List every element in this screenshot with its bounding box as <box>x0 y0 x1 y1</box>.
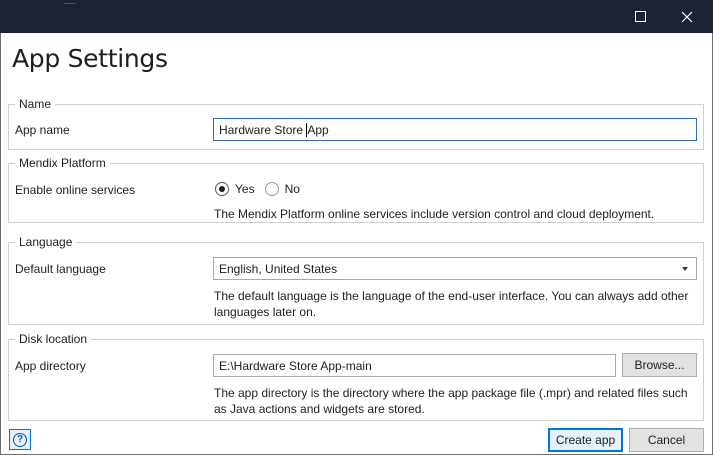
title-bar <box>0 0 713 33</box>
radio-selected-dot <box>219 186 225 192</box>
name-group-legend: Name <box>15 96 56 112</box>
help-button[interactable]: ? <box>9 429 31 450</box>
disk-help-line-2: as Java actions and widgets are stored. <box>214 402 425 416</box>
radio-no[interactable]: No <box>264 182 300 196</box>
name-group: Name App name Hardware Store App <box>8 96 704 150</box>
app-directory-label: App directory <box>15 359 86 373</box>
cancel-button[interactable]: Cancel <box>629 428 704 452</box>
online-services-help-text: The Mendix Platform online services incl… <box>214 207 655 221</box>
title-bar-residue <box>64 0 76 4</box>
disk-location-group-legend: Disk location <box>15 331 92 347</box>
mendix-platform-group-legend: Mendix Platform <box>15 155 110 171</box>
maximize-button[interactable] <box>618 0 664 33</box>
radio-yes[interactable]: Yes <box>215 182 255 196</box>
online-services-label: Enable online services <box>15 183 136 197</box>
disk-help-line-1: The app directory is the directory where… <box>214 386 688 400</box>
app-name-text-after-caret: App <box>307 122 329 137</box>
close-icon <box>681 11 693 23</box>
page-title: App Settings <box>12 44 168 73</box>
radio-no-indicator <box>264 182 279 196</box>
maximize-icon <box>635 10 647 23</box>
disk-location-group: Disk location App directory E:\Hardware … <box>8 331 704 421</box>
app-directory-input[interactable]: E:\Hardware Store App-main <box>213 354 616 377</box>
language-help-line-1: The default language is the language of … <box>214 289 689 303</box>
language-group-legend: Language <box>15 234 77 250</box>
browse-button[interactable]: Browse... <box>622 353 697 377</box>
online-services-radio-group: Yes No <box>215 182 310 196</box>
language-help-line-2: languages later on. <box>214 305 317 319</box>
radio-yes-indicator <box>215 182 229 196</box>
default-language-select[interactable]: English, United States <box>213 257 697 280</box>
radio-no-label: No <box>284 182 300 196</box>
app-name-label: App name <box>15 123 70 137</box>
mendix-platform-group: Mendix Platform Enable online services Y… <box>8 155 704 223</box>
close-button[interactable] <box>664 0 710 33</box>
app-name-text-before-caret: Hardware Store <box>219 122 307 137</box>
app-name-input[interactable]: Hardware Store App <box>213 118 697 141</box>
language-group: Language Default language English, Unite… <box>8 234 704 325</box>
dropdown-arrow-icon <box>682 266 688 271</box>
app-directory-value: E:\Hardware Store App-main <box>219 358 372 373</box>
help-icon: ? <box>13 432 27 447</box>
default-language-label: Default language <box>15 262 106 276</box>
radio-yes-label: Yes <box>235 182 255 196</box>
default-language-value: English, United States <box>219 261 338 276</box>
create-app-button[interactable]: Create app <box>548 428 623 452</box>
